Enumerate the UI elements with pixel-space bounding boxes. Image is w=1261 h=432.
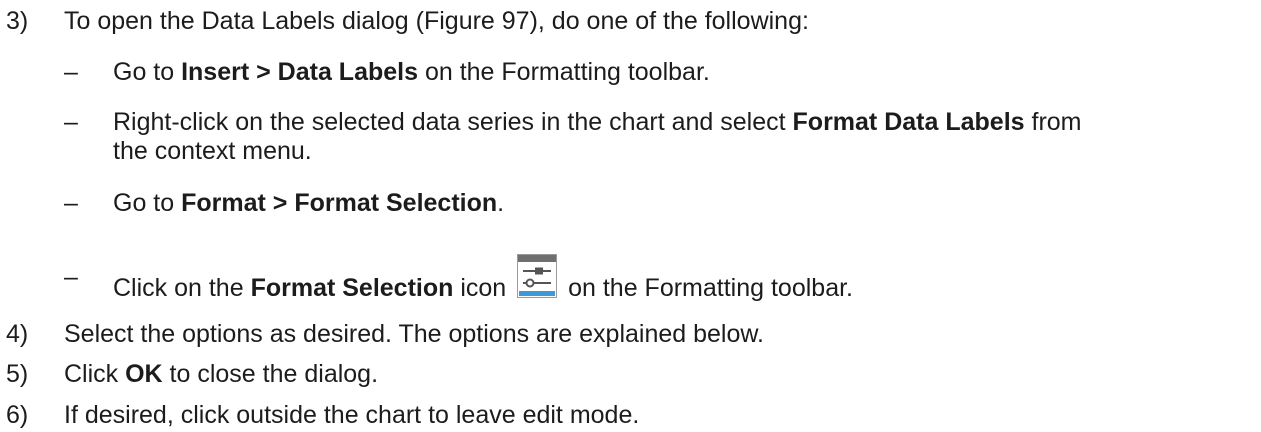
bullet-text: from bbox=[1024, 108, 1082, 136]
bullet-format-selection-icon: Click on the Format Selection icon on th… bbox=[113, 254, 853, 306]
step-number-6: 6) bbox=[6, 401, 29, 429]
step-text: Click bbox=[64, 360, 126, 388]
format-selection-label: Format Selection bbox=[250, 274, 454, 302]
bullet-right-click: Right-click on the selected data series … bbox=[113, 107, 1082, 137]
bullet-text: Go to bbox=[113, 189, 182, 217]
step-3-text: To open the Data Labels dialog (Figure 9… bbox=[64, 7, 809, 35]
step-6-text: If desired, click outside the chart to l… bbox=[64, 401, 640, 429]
bullet-right-click-continued: the context menu. bbox=[113, 137, 312, 165]
bullet-text: on the Formatting toolbar. bbox=[561, 274, 853, 302]
bullet-dash: – bbox=[64, 189, 78, 217]
bullet-dash: – bbox=[64, 58, 78, 86]
step-text: to close the dialog. bbox=[162, 360, 379, 388]
bullet-format-selection-menu: Go to Format > Format Selection. bbox=[113, 188, 504, 218]
menu-path-format-selection: Format > Format Selection bbox=[181, 189, 498, 217]
bullet-text: Click on the bbox=[113, 274, 251, 302]
step-4-text: Select the options as desired. The optio… bbox=[64, 320, 764, 348]
step-number-5: 5) bbox=[6, 360, 29, 388]
bullet-dash: – bbox=[64, 263, 78, 291]
bullet-text: Right-click on the selected data series … bbox=[113, 108, 793, 136]
format-selection-icon bbox=[517, 254, 558, 298]
step-number-4: 4) bbox=[6, 320, 29, 348]
bullet-insert-data-labels: Go to Insert > Data Labels on the Format… bbox=[113, 57, 710, 87]
menu-item-format-data-labels: Format Data Labels bbox=[792, 108, 1025, 136]
bullet-text: Go to bbox=[113, 58, 182, 86]
bullet-text: icon bbox=[453, 274, 514, 302]
step-number-3: 3) bbox=[6, 7, 29, 35]
step-5-text: Click OK to close the dialog. bbox=[64, 359, 378, 389]
bullet-dash: – bbox=[64, 108, 78, 136]
bullet-text: . bbox=[497, 189, 505, 217]
ok-button-label: OK bbox=[125, 360, 163, 388]
menu-path-insert-data-labels: Insert > Data Labels bbox=[181, 58, 418, 86]
bullet-text: on the Formatting toolbar. bbox=[418, 58, 710, 86]
